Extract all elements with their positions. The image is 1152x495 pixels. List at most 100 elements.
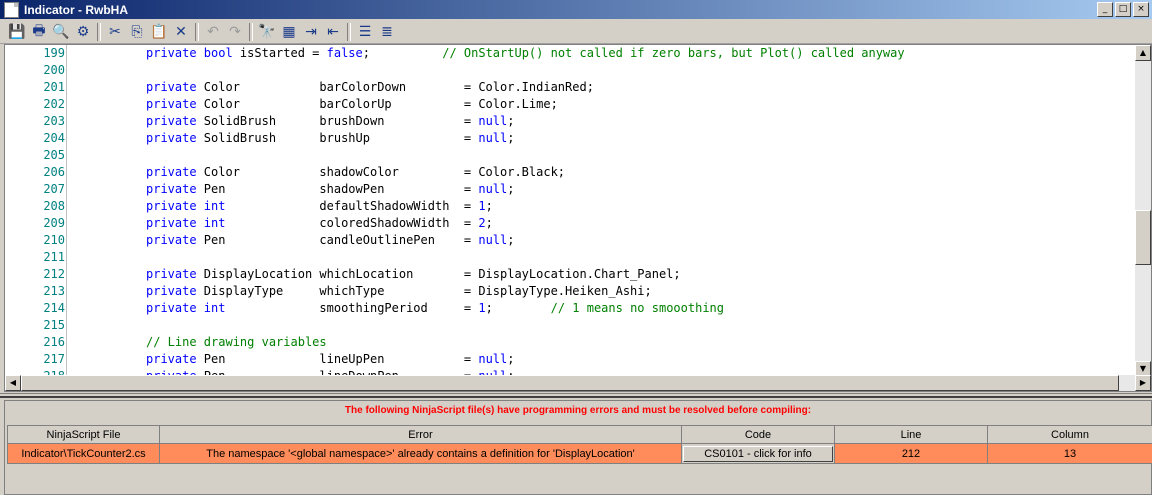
close-button[interactable]: × [1133,2,1149,17]
code-token: ; [507,182,515,196]
line-number: 204 [43,131,65,145]
error-column[interactable]: 13 [987,443,1152,464]
code-token: coloredShadowWidth = [319,216,479,230]
code-keyword: null [478,131,508,145]
code-keyword: private [146,301,204,315]
error-file[interactable]: Indicator\TickCounter2.cs [7,443,160,464]
code-keyword: null [478,182,508,196]
copy-icon[interactable]: ⎘ [126,22,148,42]
paste-icon[interactable]: 📋 [148,22,170,42]
error-table-header: NinjaScript File Error Code Line Column [7,425,1152,444]
error-code-cell[interactable]: CS0101 - click for info [681,443,835,464]
code-keyword: private [146,114,204,128]
code-comment: // 1 means no smooothing [550,301,724,315]
code-keyword: null [478,114,508,128]
replace-icon[interactable]: ▦ [278,22,300,42]
code-text: private DisplayLocation whichLocation = … [146,266,681,283]
code-editor[interactable]: 199 private bool isStarted = false; // On… [4,44,1152,392]
outdent-icon[interactable]: ⇤ [322,22,344,42]
undo-icon[interactable]: ↶ [202,22,224,42]
uncomment-icon[interactable]: ≣ [376,22,398,42]
line-number: 216 [43,335,65,349]
error-row[interactable]: Indicator\TickCounter2.cs The namespace … [7,443,1152,464]
code-keyword: null [478,352,508,366]
column-header-error[interactable]: Error [159,425,682,444]
code-token: isStarted = [239,46,327,60]
line-number: 205 [43,148,65,162]
code-comment: // OnStartUp() not called if zero bars, … [442,46,905,60]
code-text: // Line drawing variables [146,334,327,351]
code-text: private int coloredShadowWidth = 2; [146,215,493,232]
toolbar-separator [195,22,199,41]
line-number: 209 [43,216,65,230]
code-keyword: private [146,182,204,196]
delete-icon[interactable]: ✕ [170,22,192,42]
code-token: Color barColorUp = Color.Lime; [203,97,558,111]
line-number: 214 [43,301,65,315]
line-number: 217 [43,352,65,366]
code-keyword: private [146,267,204,281]
code-comment: // Line drawing variables [146,335,327,349]
error-line[interactable]: 212 [834,443,988,464]
code-keyword: int [203,216,320,230]
code-token: Pen lineUpPen = [203,352,479,366]
scroll-left-icon[interactable]: ◀ [5,375,21,391]
line-number: 200 [43,63,65,77]
column-header-file[interactable]: NinjaScript File [7,425,160,444]
code-token: defaultShadowWidth = [319,199,479,213]
print-preview-icon[interactable]: 🔍 [50,22,72,42]
code-text: private Color barColorDown = Color.India… [146,79,594,96]
column-header-line[interactable]: Line [834,425,988,444]
toolbar: 💾 🖶 🔍 ⚙ ✂ ⎘ 📋 ✕ ↶ ↷ 🔭 ▦ ⇥ ⇤ ☰ ≣ [0,20,1152,44]
error-message[interactable]: The namespace '<global namespace>' alrea… [159,443,682,464]
column-header-column[interactable]: Column [987,425,1152,444]
code-area[interactable]: 199 private bool isStarted = false; // On… [5,45,1135,377]
code-text: private Color shadowColor = Color.Black; [146,164,565,181]
minimize-button[interactable]: _ [1097,2,1113,17]
indent-icon[interactable]: ⇥ [300,22,322,42]
line-number: 202 [43,97,65,111]
code-token: Color shadowColor = Color.Black; [203,165,566,179]
code-text: private SolidBrush brushDown = null; [146,113,514,130]
redo-icon[interactable]: ↷ [224,22,246,42]
code-token: Pen candleOutlinePen = [203,233,479,247]
save-icon[interactable]: 💾 [6,22,28,42]
horizontal-scrollbar[interactable]: ◀ ▶ [5,375,1151,391]
code-token: ; [507,233,515,247]
panel-splitter[interactable] [0,393,1152,398]
code-keyword: null [478,233,508,247]
line-number: 203 [43,114,65,128]
code-token: DisplayLocation whichLocation = DisplayL… [203,267,681,281]
column-header-code[interactable]: Code [681,425,835,444]
scroll-right-icon[interactable]: ▶ [1135,375,1151,391]
code-text: private bool isStarted = false; // OnSta… [146,45,905,62]
vertical-scrollbar[interactable]: ▲ ▼ [1135,45,1151,377]
cut-icon[interactable]: ✂ [104,22,126,42]
code-token: ; [485,199,493,213]
code-token: smoothingPeriod = [319,301,479,315]
code-token: ; [507,114,515,128]
print-icon[interactable]: 🖶 [28,22,50,42]
code-token: SolidBrush brushUp = [203,131,479,145]
code-keyword: int [203,199,320,213]
code-keyword: private [146,131,204,145]
code-token: ; [507,352,515,366]
window-title: Indicator - RwbHA [24,2,128,17]
error-code-info-button[interactable]: CS0101 - click for info [683,445,833,462]
horizontal-scroll-thumb[interactable] [21,375,1119,391]
code-text: private int defaultShadowWidth = 1; [146,198,493,215]
comment-icon[interactable]: ☰ [354,22,376,42]
code-text: private Color barColorUp = Color.Lime; [146,96,558,113]
code-keyword: private [146,233,204,247]
toolbar-separator [347,22,351,41]
code-token: Pen shadowPen = [203,182,479,196]
compile-icon[interactable]: ⚙ [72,22,94,42]
code-text: private Pen candleOutlinePen = null; [146,232,514,249]
find-icon[interactable]: 🔭 [256,22,278,42]
code-keyword: int [203,301,320,315]
maximize-button[interactable]: □ [1115,2,1131,17]
code-keyword: bool [203,46,240,60]
scroll-up-icon[interactable]: ▲ [1135,45,1151,61]
code-text: private int smoothingPeriod = 1; // 1 me… [146,300,724,317]
vertical-scroll-thumb[interactable] [1135,210,1151,265]
